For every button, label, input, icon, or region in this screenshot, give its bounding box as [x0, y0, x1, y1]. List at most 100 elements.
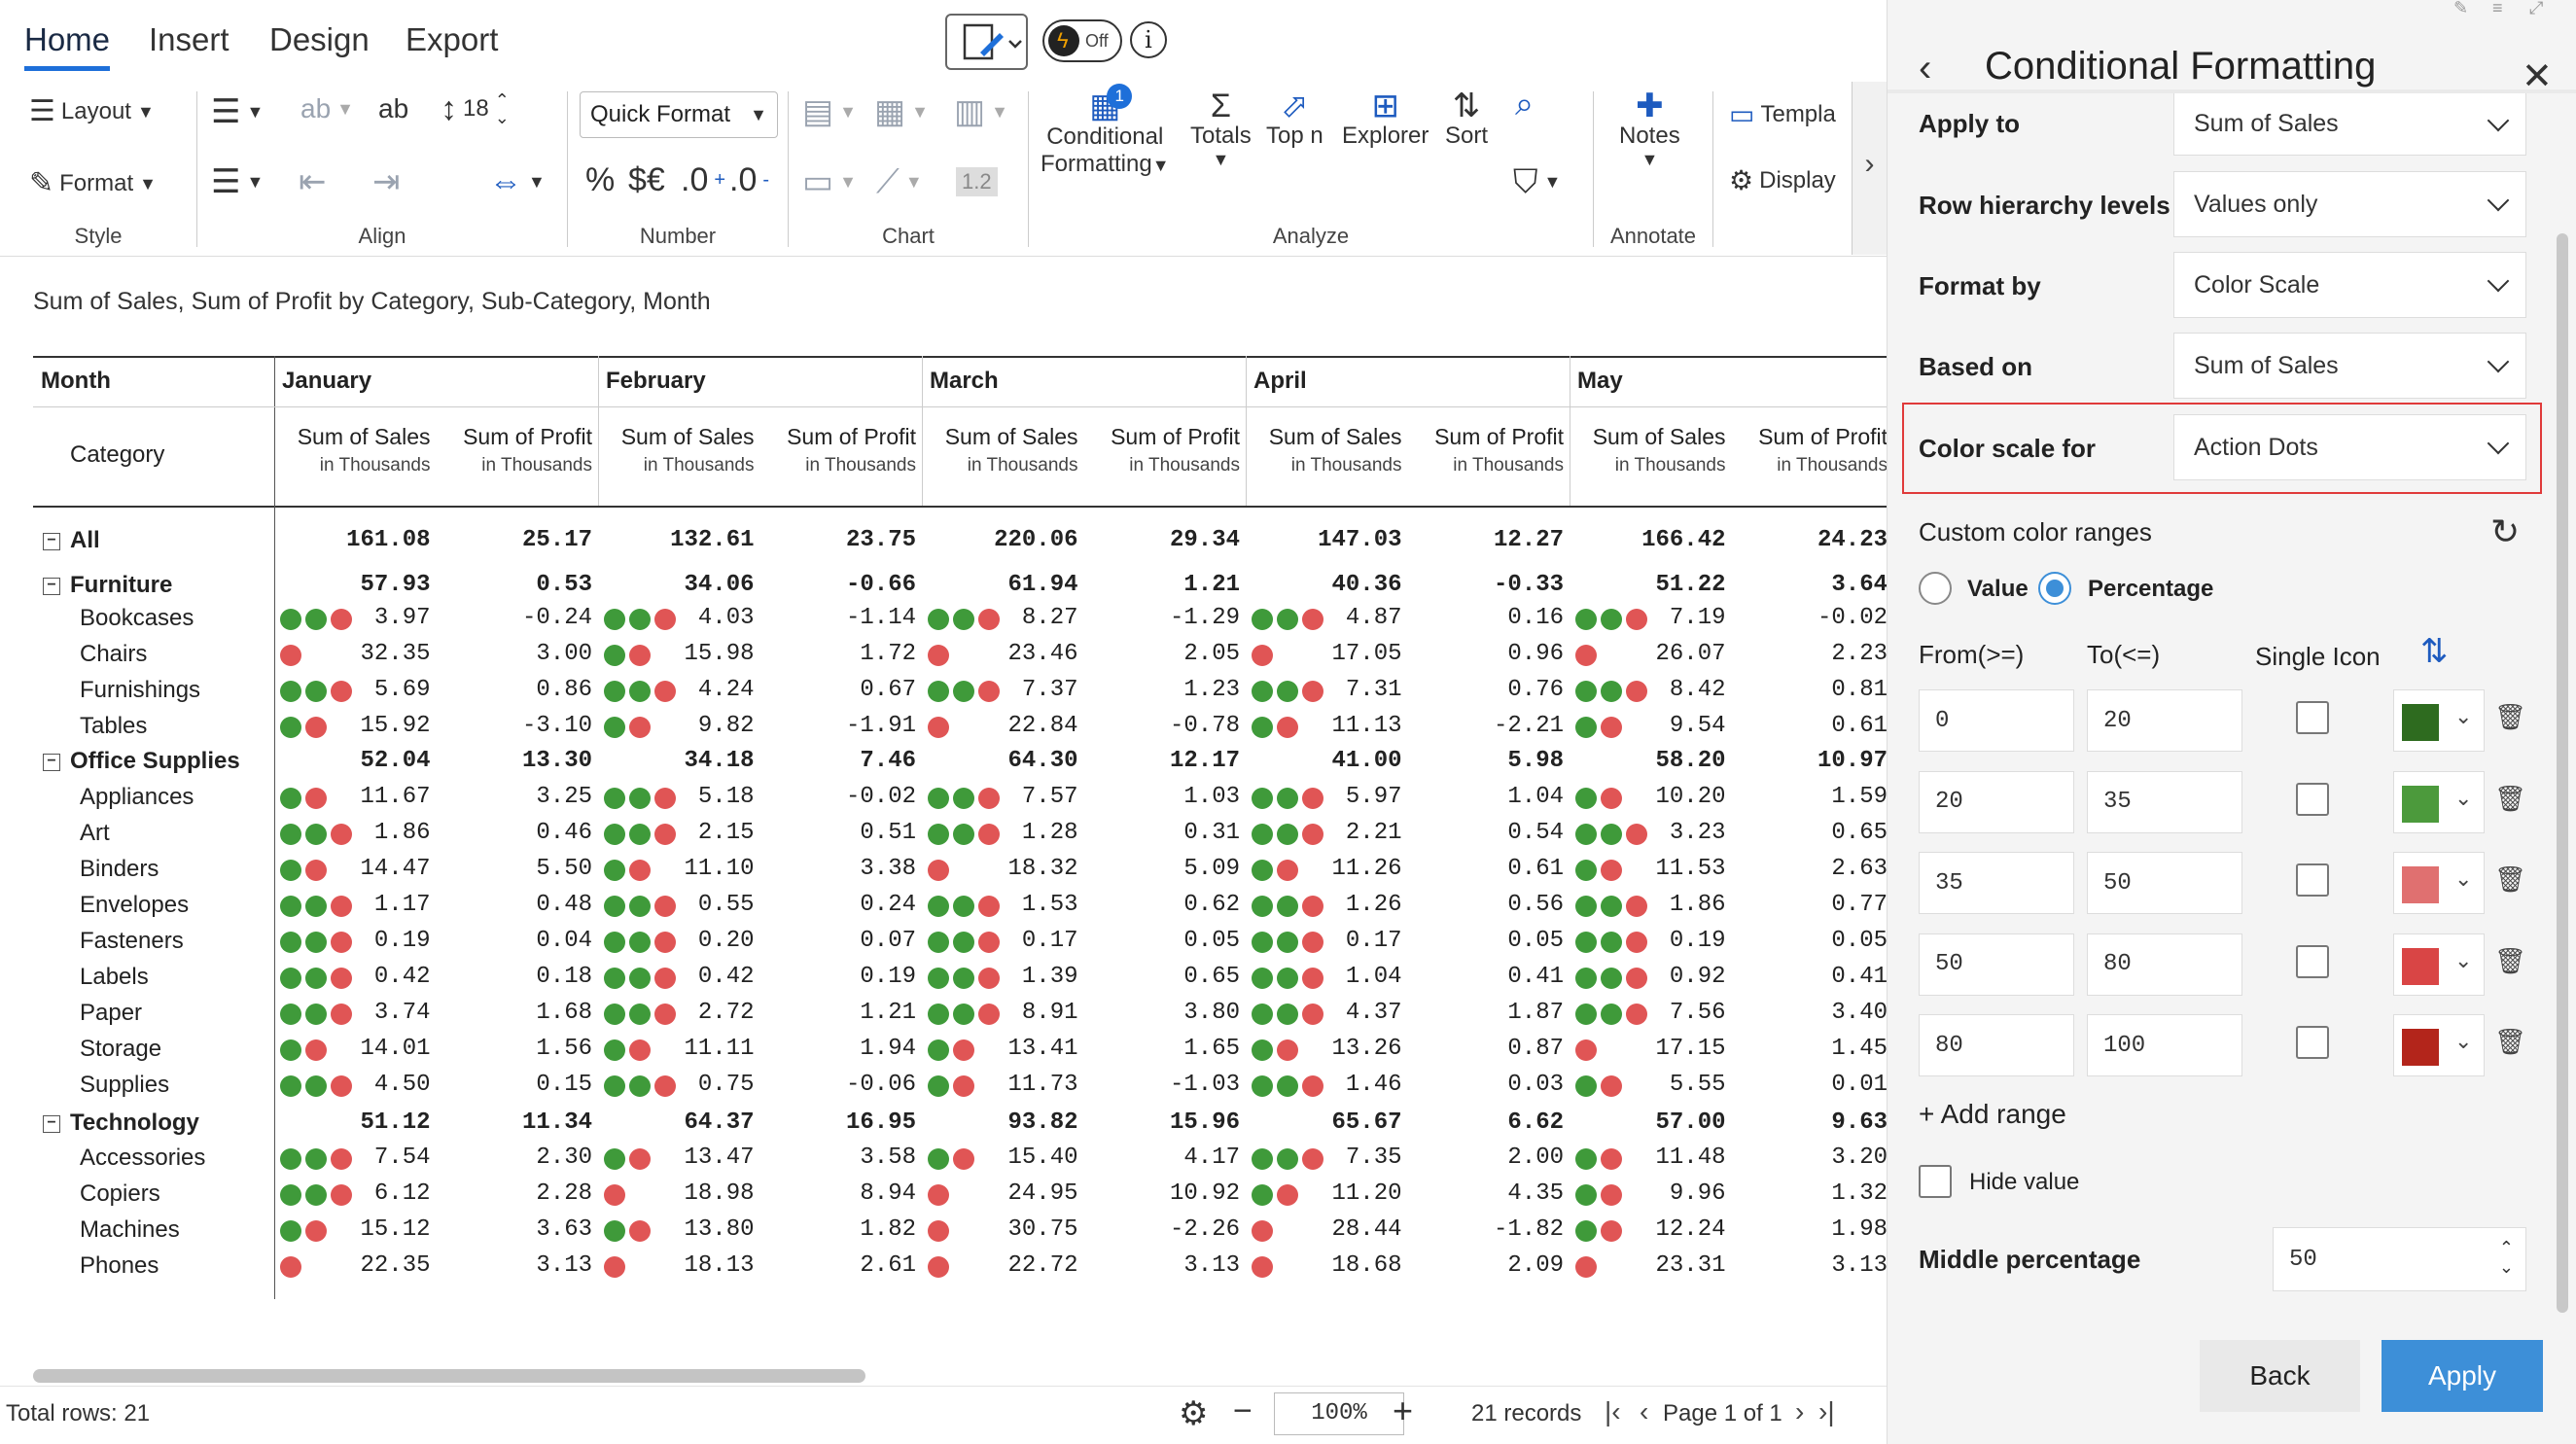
value-cell[interactable]: 10.92 [1084, 1180, 1240, 1207]
value-cell[interactable]: 52.04 [274, 748, 430, 774]
value-cell[interactable]: 1.87 [1408, 1000, 1564, 1026]
horizontal-scrollbar[interactable] [33, 1369, 865, 1383]
range-to-input[interactable]: 20 [2087, 689, 2242, 752]
currency-button[interactable]: $€ [628, 161, 665, 199]
value-cell[interactable]: 220.06 [922, 527, 1077, 553]
value-cell[interactable]: 51.22 [1570, 572, 1725, 598]
range-to-input[interactable]: 50 [2087, 852, 2242, 914]
color-picker[interactable]: ⌄ [2393, 852, 2485, 914]
collapse-icon[interactable]: − [43, 753, 60, 771]
first-page-icon[interactable]: |‹ [1605, 1396, 1621, 1427]
templates-button[interactable]: ▭ Templa [1729, 101, 1836, 128]
column-header[interactable]: Sum of Sales in Thousands [1246, 422, 1402, 480]
value-cell[interactable]: 7.46 [760, 748, 916, 774]
value-cell[interactable]: 0.07 [760, 928, 916, 954]
value-cell[interactable]: 0.61 [1408, 856, 1564, 882]
value-cell[interactable]: 34.18 [598, 748, 754, 774]
row-label-fasteners[interactable]: Fasteners [80, 928, 184, 955]
value-cell[interactable]: -1.03 [1084, 1072, 1240, 1098]
value-cell[interactable]: 0.41 [1732, 964, 1887, 990]
range-from-input[interactable]: 0 [1919, 689, 2074, 752]
edit-mode-button[interactable] [945, 14, 1028, 70]
value-cell[interactable]: 147.03 [1246, 527, 1401, 553]
tab-insert[interactable]: Insert [149, 21, 229, 58]
row-height-control[interactable]: ↕ 18 ⌃ ⌄ [441, 91, 510, 126]
pin-icon[interactable]: ✎ [2453, 0, 2468, 18]
value-cell[interactable]: 0.05 [1732, 928, 1887, 954]
apply-button[interactable]: Apply [2382, 1340, 2543, 1412]
row-label-appliances[interactable]: Appliances [80, 784, 194, 811]
value-cell[interactable]: -1.82 [1408, 1216, 1564, 1243]
value-cell[interactable]: 2.63 [1732, 856, 1887, 882]
trash-icon[interactable]: 🗑 [2494, 865, 2526, 895]
panel-scrollbar[interactable] [2557, 233, 2568, 1313]
row-label-machines[interactable]: Machines [80, 1216, 180, 1244]
row-label-tables[interactable]: Tables [80, 713, 147, 740]
row-label-furniture[interactable]: − Furniture [43, 572, 172, 599]
value-cell[interactable]: -0.33 [1408, 572, 1564, 598]
quick-format-select[interactable]: Quick Format ▼ [580, 91, 778, 138]
value-cell[interactable]: 0.77 [1732, 892, 1887, 918]
column-header[interactable]: Sum of Profit in Thousands [1084, 422, 1240, 480]
month-may[interactable]: May [1577, 368, 1623, 395]
value-cell[interactable]: 16.95 [760, 1109, 916, 1136]
expand-icon[interactable]: ⤢ [2529, 0, 2543, 18]
align-vertical-button[interactable]: ☰ ▼ [211, 165, 264, 198]
value-cell[interactable]: 0.05 [1408, 928, 1564, 954]
value-cell[interactable]: 0.53 [437, 572, 592, 598]
notes-button[interactable]: ✚ Notes ▼ [1619, 89, 1680, 170]
row-label-all[interactable]: − All [43, 527, 100, 554]
column-header[interactable]: Sum of Profit in Thousands [437, 422, 592, 480]
value-cell[interactable]: 1.94 [760, 1036, 916, 1062]
decrease-decimal-button[interactable]: .0- [729, 161, 769, 199]
settings-gear-icon[interactable]: ⚙ [1179, 1394, 1208, 1433]
row-label-accessories[interactable]: Accessories [80, 1145, 205, 1172]
month-march[interactable]: March [930, 368, 999, 395]
value-cell[interactable]: 15.96 [1084, 1109, 1240, 1136]
value-cell[interactable]: 3.13 [1732, 1252, 1887, 1279]
value-cell[interactable]: 3.64 [1732, 572, 1887, 598]
stepper-icon[interactable]: ⌃ ⌄ [495, 91, 510, 126]
value-cell[interactable]: 1.56 [437, 1036, 592, 1062]
value-cell[interactable]: 166.42 [1570, 527, 1725, 553]
value-cell[interactable]: -0.66 [760, 572, 916, 598]
value-cell[interactable]: 0.03 [1408, 1072, 1564, 1098]
zoom-out-button[interactable]: − [1233, 1392, 1253, 1430]
value-cell[interactable]: 0.61 [1732, 713, 1887, 739]
value-cell[interactable]: 3.00 [437, 641, 592, 667]
row-label-art[interactable]: Art [80, 820, 110, 847]
value-cell[interactable]: 1.45 [1732, 1036, 1887, 1062]
month-january[interactable]: January [282, 368, 371, 395]
search-button[interactable]: ⌕ [1515, 88, 1534, 121]
value-cell[interactable]: 2.00 [1408, 1145, 1564, 1171]
value-cell[interactable]: 4.35 [1408, 1180, 1564, 1207]
ribbon-scroll-right-button[interactable]: › [1852, 82, 1887, 255]
value-cell[interactable]: -1.29 [1084, 605, 1240, 631]
range-from-input[interactable]: 20 [1919, 770, 2074, 833]
trash-icon[interactable]: 🗑 [2494, 947, 2526, 976]
row-label-chairs[interactable]: Chairs [80, 641, 147, 668]
row-hierarchy-dropdown[interactable]: Values only [2173, 171, 2526, 237]
range-to-input[interactable]: 35 [2087, 770, 2242, 833]
row-label-copiers[interactable]: Copiers [80, 1180, 160, 1208]
middle-percentage-input[interactable]: 50 ⌃ ⌄ [2273, 1227, 2526, 1291]
row-label-technology[interactable]: − Technology [43, 1109, 199, 1137]
value-cell[interactable]: 5.98 [1408, 748, 1564, 774]
value-cell[interactable]: -0.78 [1084, 713, 1240, 739]
value-cell[interactable]: 93.82 [922, 1109, 1077, 1136]
filter-small-icon[interactable]: ≡ [2492, 0, 2503, 18]
column-header[interactable]: Sum of Sales in Thousands [922, 422, 1078, 480]
value-cell[interactable]: 24.23 [1732, 527, 1887, 553]
value-cell[interactable]: 12.27 [1408, 527, 1564, 553]
range-to-input[interactable]: 100 [2087, 1014, 2242, 1076]
range-from-input[interactable]: 80 [1919, 1014, 2074, 1076]
value-cell[interactable]: 34.06 [598, 572, 754, 598]
value-cell[interactable]: 64.37 [598, 1109, 754, 1136]
column-width-button[interactable]: ⇔ ▼ [489, 165, 546, 198]
value-cell[interactable]: 132.61 [598, 527, 754, 553]
trash-icon[interactable]: 🗑 [2494, 785, 2526, 814]
column-header[interactable]: Sum of Sales in Thousands [598, 422, 755, 480]
value-cell[interactable]: 40.36 [1246, 572, 1401, 598]
sort-ranges-icon[interactable]: ⇅ [2420, 632, 2449, 671]
single-icon-checkbox[interactable] [2296, 944, 2329, 978]
